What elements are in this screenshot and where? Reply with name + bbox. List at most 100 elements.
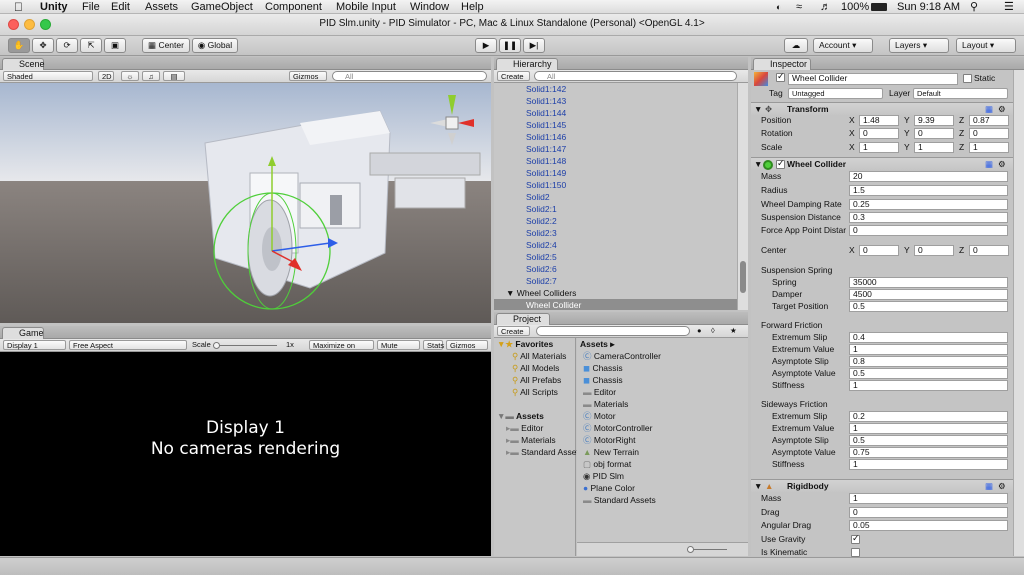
menu-edit[interactable]: Edit	[111, 0, 130, 14]
sideways-friction-ext_slip-field[interactable]: 0.2	[849, 411, 1008, 422]
menu-app[interactable]: Unity	[40, 0, 68, 14]
layout-dropdown[interactable]: Layout ▾	[956, 38, 1016, 53]
favorite-item[interactable]: ⚲ All Scripts	[512, 386, 558, 398]
hierarchy-item[interactable]: Solid2	[494, 191, 737, 203]
hierarchy-item[interactable]: Solid2:2	[494, 215, 737, 227]
sync-icon[interactable]: ◐	[776, 0, 781, 14]
pause-button[interactable]: ❚❚	[499, 38, 521, 53]
damping-field[interactable]: 0.25	[849, 199, 1008, 210]
maximize-on-play-toggle[interactable]: Maximize on Play	[309, 340, 374, 360]
hierarchy-item[interactable]: Solid1:148	[494, 155, 737, 167]
hand-tool-icon[interactable]: ✋	[8, 38, 30, 53]
layer-dropdown[interactable]: Default	[913, 88, 1008, 99]
rect-tool-icon[interactable]: ▣	[104, 38, 126, 53]
sideways-friction-stiff-field[interactable]: 1	[849, 459, 1008, 470]
scale-z-field[interactable]: 1	[969, 142, 1009, 153]
breadcrumb-assets[interactable]: Assets	[580, 339, 608, 349]
scale-slider[interactable]	[213, 345, 277, 346]
layers-dropdown[interactable]: Layers ▾	[889, 38, 949, 53]
tab-scene[interactable]: Scene	[2, 58, 45, 70]
move-tool-icon[interactable]: ✥	[32, 38, 54, 53]
force-app-field[interactable]: 0	[849, 225, 1008, 236]
hierarchy-item-selected[interactable]: Wheel Collider	[494, 299, 737, 310]
menu-mobile-input[interactable]: Mobile Input	[336, 0, 396, 14]
forward-friction-stiff-field[interactable]: 1	[849, 380, 1008, 391]
hierarchy-item[interactable]: Solid1:150	[494, 179, 737, 191]
foldout-arrow-icon[interactable]: ▼	[506, 288, 514, 298]
menu-gameobject[interactable]: GameObject	[191, 0, 253, 14]
rigidbody-help-icon[interactable]: ▦	[985, 480, 993, 492]
notification-center-icon[interactable]: ☰	[1004, 0, 1014, 14]
active-checkbox[interactable]: ✓	[776, 71, 785, 82]
scene-viewport[interactable]	[0, 83, 491, 323]
hierarchy-item[interactable]: Solid2:1	[494, 203, 737, 215]
icon-size-thumb[interactable]	[687, 546, 694, 553]
aspect-dropdown[interactable]: Free Aspect	[69, 340, 187, 350]
project-search-input[interactable]	[536, 326, 690, 336]
transform-header[interactable]: ▼ ✥ Transform ▦ ⚙	[751, 102, 1024, 116]
scene-search-input[interactable]: All	[332, 71, 487, 81]
hierarchy-scroll-thumb[interactable]	[740, 261, 746, 293]
play-button[interactable]: ▶	[475, 38, 497, 53]
favorite-item[interactable]: ⚲ All Prefabs	[512, 374, 561, 386]
project-file-item[interactable]: Ⓒ CameraController	[583, 350, 661, 362]
hierarchy-item[interactable]: Solid1:147	[494, 143, 737, 155]
object-name-field[interactable]: Wheel Collider	[788, 73, 958, 85]
tag-dropdown[interactable]: Untagged	[788, 88, 883, 99]
rb-mass-field[interactable]: 1	[849, 493, 1008, 504]
step-button[interactable]: ▶|	[523, 38, 545, 53]
project-breadcrumb[interactable]: Assets ▸	[580, 338, 615, 350]
sideways-friction-asym_slip-field[interactable]: 0.5	[849, 435, 1008, 446]
assets-node[interactable]: ▼▬ Assets	[497, 410, 544, 422]
transform-help-icon[interactable]: ▦	[985, 103, 993, 115]
rigidbody-header[interactable]: ▼ ▲ Rigidbody ▦ ⚙	[751, 479, 1024, 493]
hierarchy-item-wheel-colliders[interactable]: ▼ Wheel Colliders	[494, 287, 737, 299]
volume-icon[interactable]: ♬	[820, 0, 831, 14]
center-z-field[interactable]: 0	[969, 245, 1009, 256]
radius-field[interactable]: 1.5	[849, 185, 1008, 196]
hierarchy-item[interactable]: Solid2:4	[494, 239, 737, 251]
project-file-item[interactable]: ▲ New Terrain	[583, 446, 639, 458]
shading-mode-dropdown[interactable]: Shaded	[3, 71, 93, 81]
wifi-icon[interactable]: ≈	[796, 0, 802, 14]
lighting-icon[interactable]: ☼	[121, 71, 139, 81]
project-file-item[interactable]: Ⓒ Motor	[583, 410, 616, 422]
scale-y-field[interactable]: 1	[914, 142, 954, 153]
rotation-z-field[interactable]: 0	[969, 128, 1009, 139]
project-file-item[interactable]: ◼ Chassis	[583, 374, 623, 386]
menu-window[interactable]: Window	[410, 0, 449, 14]
scale-tool-icon[interactable]: ⇱	[80, 38, 102, 53]
hierarchy-item[interactable]: Solid2:7	[494, 275, 737, 287]
drag-field[interactable]: 0	[849, 507, 1008, 518]
project-file-item[interactable]: ◼ Chassis	[583, 362, 623, 374]
wheel-settings-icon[interactable]: ⚙	[998, 158, 1006, 170]
mute-audio-toggle[interactable]: Mute audio	[377, 340, 420, 360]
forward-friction-asym_slip-field[interactable]: 0.8	[849, 356, 1008, 367]
menu-file[interactable]: File	[82, 0, 100, 14]
position-z-field[interactable]: 0.87	[969, 115, 1009, 126]
project-create-dropdown[interactable]: Create	[497, 326, 530, 336]
static-checkbox[interactable]	[963, 74, 972, 83]
menu-component[interactable]: Component	[265, 0, 322, 14]
spring-field[interactable]: 35000	[849, 277, 1008, 288]
effects-icon[interactable]: ▤	[163, 71, 185, 81]
rigidbody-settings-icon[interactable]: ⚙	[998, 480, 1006, 492]
asset-folder-item[interactable]: ▸▬ Standard Assets	[506, 446, 583, 458]
is-kinematic-checkbox[interactable]	[851, 548, 860, 557]
account-dropdown[interactable]: Account ▾	[813, 38, 873, 53]
project-file-item[interactable]: ▬ Standard Assets	[583, 494, 656, 506]
hierarchy-item[interactable]: Solid1:145	[494, 119, 737, 131]
tab-project[interactable]: Project	[496, 313, 550, 325]
spotlight-icon[interactable]: ⚲	[970, 0, 978, 14]
favorite-item[interactable]: ⚲ All Materials	[512, 350, 566, 362]
game-gizmos-dropdown[interactable]: Gizmos	[446, 340, 488, 350]
transform-settings-icon[interactable]: ⚙	[998, 103, 1006, 115]
project-file-item[interactable]: Ⓒ MotorRight	[583, 434, 635, 446]
game-viewport[interactable]: Display 1 No cameras rendering	[0, 352, 491, 556]
project-file-item[interactable]: ▬ Editor	[583, 386, 616, 398]
rotation-y-field[interactable]: 0	[914, 128, 954, 139]
angular-drag-field[interactable]: 0.05	[849, 520, 1008, 531]
pivot-toggle[interactable]: ▦ Center	[142, 38, 190, 53]
scale-slider-thumb[interactable]	[213, 342, 220, 349]
wheel-help-icon[interactable]: ▦	[985, 158, 993, 170]
